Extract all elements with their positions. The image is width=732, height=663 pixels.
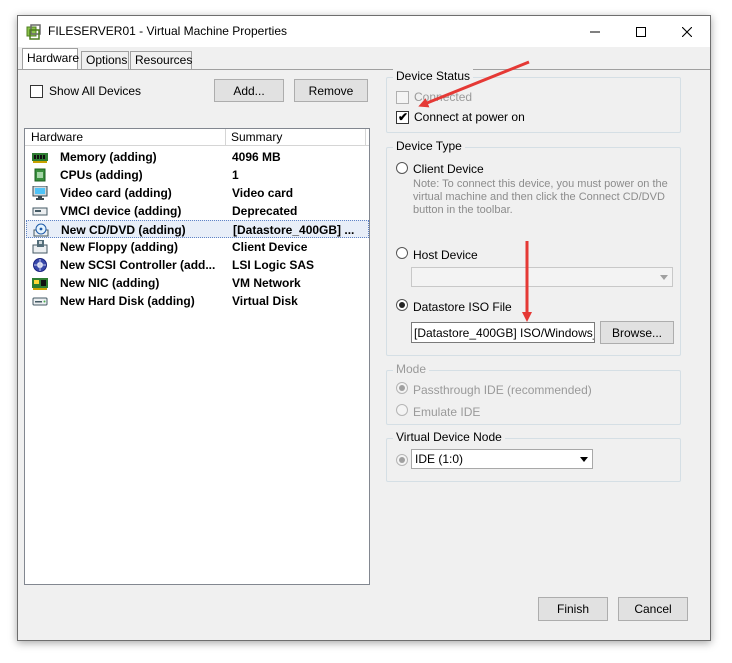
mode-group: Mode Passthrough IDE (recommended) Emula… <box>386 362 681 425</box>
nic-icon <box>32 278 48 290</box>
browse-button[interactable]: Browse... <box>600 321 674 344</box>
hardware-summary: Client Device <box>232 240 308 254</box>
finish-button[interactable]: Finish <box>538 597 608 621</box>
hardware-row-cd-dvd[interactable]: New CD/DVD (adding) [Datastore_400GB] ..… <box>26 220 369 238</box>
hardware-summary: VM Network <box>232 276 301 290</box>
hardware-summary: Deprecated <box>232 204 298 218</box>
checkmark-icon: ✔ <box>398 110 409 124</box>
emulate-ide-label: Emulate IDE <box>413 405 481 419</box>
device-icon <box>32 207 48 216</box>
monitor-icon <box>32 186 48 200</box>
hardware-row-nic[interactable]: New NIC (adding) VM Network <box>26 274 369 292</box>
virtual-device-node-radio[interactable] <box>396 454 408 466</box>
cd-dvd-icon <box>33 223 49 237</box>
client-device-note: Note: To connect this device, you must p… <box>413 178 668 216</box>
maximize-button[interactable] <box>618 16 664 47</box>
hardware-name: Memory (adding) <box>60 150 157 164</box>
host-device-select[interactable] <box>411 267 673 287</box>
device-type-group: Device Type Client Device Note: To conne… <box>386 139 681 356</box>
memory-icon <box>32 153 48 163</box>
mode-title: Mode <box>393 362 430 376</box>
host-device-label: Host Device <box>413 248 478 262</box>
hardware-list-header: Hardware Summary <box>25 129 369 146</box>
passthrough-ide-radio[interactable] <box>396 382 408 394</box>
tab-options[interactable]: Options <box>81 51 129 69</box>
show-all-devices-checkbox[interactable] <box>30 85 43 98</box>
hardware-row-floppy[interactable]: New Floppy (adding) Client Device <box>26 238 369 256</box>
show-all-devices-label: Show All Devices <box>49 84 142 98</box>
virtual-device-node-value: IDE (1:0) <box>415 452 464 466</box>
hardware-name: Video card (adding) <box>60 186 172 200</box>
chevron-down-icon <box>656 269 671 285</box>
virtual-device-node-title: Virtual Device Node <box>393 430 505 444</box>
scsi-icon <box>33 258 47 272</box>
client-device-radio[interactable] <box>396 162 408 174</box>
virtual-device-node-select[interactable]: IDE (1:0) <box>411 449 593 469</box>
remove-button[interactable]: Remove <box>294 79 368 102</box>
connected-label: Connected <box>414 90 473 104</box>
connected-checkbox[interactable] <box>396 91 409 104</box>
minimize-icon <box>590 31 600 32</box>
column-header-summary[interactable]: Summary <box>231 130 282 144</box>
properties-window: FILESERVER01 - Virtual Machine Propertie… <box>17 15 711 641</box>
close-icon <box>682 26 692 37</box>
hardware-tab-panel: Show All Devices Add... Remove Hardware … <box>18 69 710 586</box>
close-button[interactable] <box>664 16 710 47</box>
hardware-summary: Virtual Disk <box>232 294 298 308</box>
hardware-name: New Hard Disk (adding) <box>60 294 195 308</box>
emulate-ide-radio[interactable] <box>396 404 408 416</box>
hardware-list: Hardware Summary Memory (adding) 4096 MB… <box>24 128 370 585</box>
minimize-button[interactable] <box>572 16 618 47</box>
cancel-button[interactable]: Cancel <box>618 597 688 621</box>
title-bar: FILESERVER01 - Virtual Machine Propertie… <box>18 16 710 47</box>
host-device-radio[interactable] <box>396 247 408 259</box>
column-header-hardware[interactable]: Hardware <box>31 130 83 144</box>
column-divider[interactable] <box>225 129 226 146</box>
hardware-summary: LSI Logic SAS <box>232 258 315 272</box>
add-button[interactable]: Add... <box>214 79 284 102</box>
cpu-icon <box>34 168 46 182</box>
hardware-summary: Video card <box>232 186 294 200</box>
client-device-label: Client Device <box>413 162 484 176</box>
chevron-down-icon <box>576 451 591 467</box>
hardware-name: VMCI device (adding) <box>60 204 182 218</box>
hardware-name: New Floppy (adding) <box>60 240 178 254</box>
hardware-row-cpus[interactable]: CPUs (adding) 1 <box>26 166 369 184</box>
device-status-title: Device Status <box>393 69 474 83</box>
hardware-name: New SCSI Controller (add... <box>60 258 216 272</box>
hard-disk-icon <box>32 297 48 306</box>
hardware-name: New NIC (adding) <box>60 276 160 290</box>
virtual-device-node-group: Virtual Device Node IDE (1:0) <box>386 430 681 482</box>
hardware-row-video-card[interactable]: Video card (adding) Video card <box>26 184 369 202</box>
hardware-summary: [Datastore_400GB] ... <box>233 223 355 237</box>
datastore-iso-label: Datastore ISO File <box>413 300 512 314</box>
hardware-name: New CD/DVD (adding) <box>61 223 186 237</box>
window-title: FILESERVER01 - Virtual Machine Propertie… <box>48 24 287 38</box>
hardware-row-vmci[interactable]: VMCI device (adding) Deprecated <box>26 202 369 220</box>
datastore-iso-radio[interactable] <box>396 299 408 311</box>
tab-resources[interactable]: Resources <box>130 51 192 69</box>
floppy-icon <box>32 240 48 254</box>
tab-hardware[interactable]: Hardware <box>22 48 79 69</box>
hardware-summary: 1 <box>232 168 239 182</box>
hardware-row-memory[interactable]: Memory (adding) 4096 MB <box>26 148 369 166</box>
column-divider[interactable] <box>365 129 366 146</box>
device-status-group: Device Status Connected ✔ Connect at pow… <box>386 69 681 133</box>
maximize-icon <box>636 26 646 37</box>
hardware-name: CPUs (adding) <box>60 168 143 182</box>
hardware-row-scsi-controller[interactable]: New SCSI Controller (add... LSI Logic SA… <box>26 256 369 274</box>
hardware-summary: 4096 MB <box>232 150 281 164</box>
vm-app-icon <box>26 24 41 40</box>
hardware-row-hard-disk[interactable]: New Hard Disk (adding) Virtual Disk <box>26 292 369 310</box>
iso-path-field[interactable]: [Datastore_400GB] ISO/Windows_Sv <box>411 322 595 343</box>
passthrough-ide-label: Passthrough IDE (recommended) <box>413 383 592 397</box>
connect-at-power-on-checkbox[interactable]: ✔ <box>396 110 409 124</box>
device-type-title: Device Type <box>393 139 465 153</box>
connect-at-power-on-label: Connect at power on <box>414 110 525 124</box>
